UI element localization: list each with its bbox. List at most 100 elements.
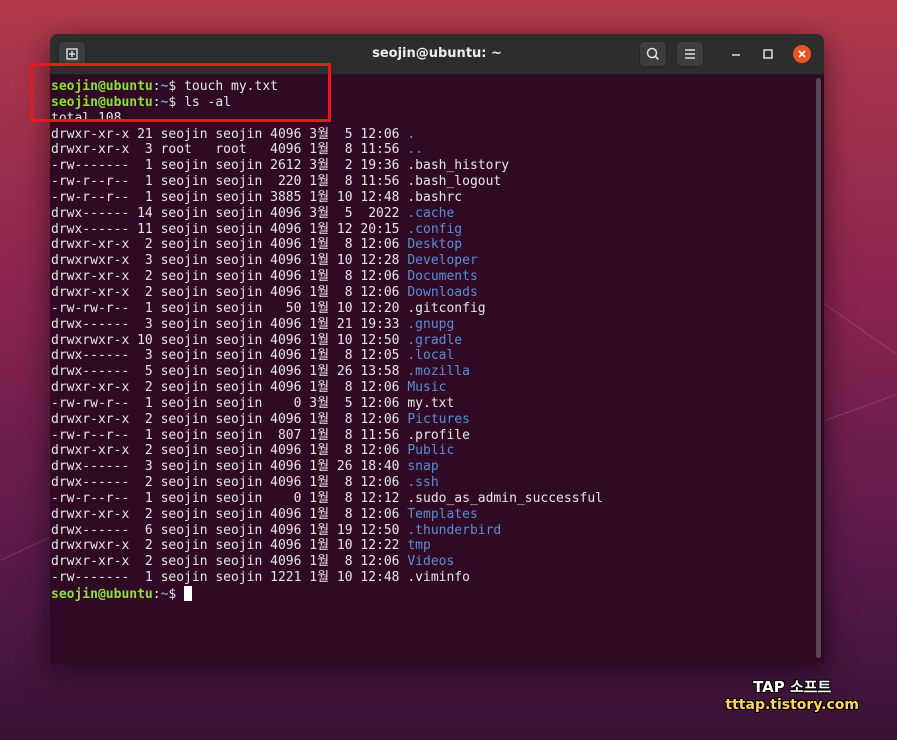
listing-row: -rw------- 1 seojin seojin 1221 1월 10 12… [51, 570, 824, 586]
file-name: .gitconfig [407, 300, 486, 316]
directory-name: snap [407, 459, 439, 475]
directory-name: tmp [407, 538, 431, 554]
listing-row: drwx------ 5 seojin seojin 4096 1월 26 13… [51, 364, 824, 380]
listing-row: drwx------ 11 seojin seojin 4096 1월 12 2… [51, 222, 824, 238]
row-meta: drwxr-xr-x 21 seojin seojin 4096 3월 5 12… [51, 126, 408, 142]
row-meta: drwxr-xr-x 2 seojin seojin 4096 1월 8 12:… [51, 237, 408, 253]
file-name: .sudo_as_admin_successful [407, 490, 604, 506]
row-meta: -rw-r--r-- 1 seojin seojin 807 1월 8 11:5… [51, 427, 408, 443]
wallpaper-line [0, 536, 51, 561]
minimize-button[interactable] [727, 45, 745, 63]
file-name: .viminfo [407, 570, 470, 586]
search-icon [646, 47, 660, 61]
row-meta: drwxr-xr-x 2 seojin seojin 4096 1월 8 12:… [51, 411, 408, 427]
directory-name: Desktop [407, 237, 463, 253]
directory-name: Public [407, 443, 455, 459]
directory-name: .mozilla [407, 364, 470, 380]
row-meta: drwx------ 5 seojin seojin 4096 1월 26 13… [51, 364, 408, 380]
listing-row: drwxr-xr-x 2 seojin seojin 4096 1월 8 12:… [51, 285, 824, 301]
file-name: my.txt [407, 395, 455, 411]
listing-row: drwx------ 14 seojin seojin 4096 3월 5 20… [51, 206, 824, 222]
row-meta: drwxr-xr-x 2 seojin seojin 4096 1월 8 12:… [51, 506, 408, 522]
prompt-symbol: $ [168, 587, 177, 602]
listing-row: drwxr-xr-x 3 root root 4096 1월 8 11:56 .… [51, 142, 824, 158]
listing-row: drwxr-xr-x 2 seojin seojin 4096 1월 8 12:… [51, 554, 824, 570]
listing-row: drwxr-xr-x 2 seojin seojin 4096 1월 8 12:… [51, 269, 824, 285]
scrollbar[interactable] [816, 78, 821, 658]
prompt-user: seojin@ubuntu [51, 587, 153, 602]
directory-name: Music [407, 380, 447, 396]
row-meta: drwx------ 11 seojin seojin 4096 1월 12 2… [51, 221, 408, 237]
watermark-title: TAP 소프트 [753, 678, 832, 696]
listing-row: drwxr-xr-x 2 seojin seojin 4096 1월 8 12:… [51, 237, 824, 253]
directory-name: .thunderbird [407, 522, 502, 538]
row-meta: drwxr-xr-x 2 seojin seojin 4096 1월 8 12:… [51, 380, 408, 396]
directory-name: .local [407, 348, 455, 364]
listing-row: -rw-rw-r-- 1 seojin seojin 50 1월 10 12:2… [51, 301, 824, 317]
watermark-url: tttap.tistory.com [725, 697, 859, 713]
listing-row: drwxrwxr-x 3 seojin seojin 4096 1월 10 12… [51, 253, 824, 269]
listing-row: drwx------ 6 seojin seojin 4096 1월 19 12… [51, 523, 824, 539]
listing-row: drwx------ 3 seojin seojin 4096 1월 21 19… [51, 317, 824, 333]
directory-name: Downloads [407, 284, 478, 300]
row-meta: drwx------ 3 seojin seojin 4096 1월 26 18… [51, 459, 408, 475]
row-meta: drwxr-xr-x 2 seojin seojin 4096 1월 8 12:… [51, 284, 408, 300]
row-meta: drwxrwxr-x 2 seojin seojin 4096 1월 10 12… [51, 538, 408, 554]
directory-name: .gradle [407, 332, 463, 348]
row-meta: drwx------ 6 seojin seojin 4096 1월 19 12… [51, 522, 408, 538]
directory-name: Videos [407, 554, 455, 570]
close-button[interactable] [793, 45, 811, 63]
row-meta: -rw-rw-r-- 1 seojin seojin 50 1월 10 12:2… [51, 300, 408, 316]
row-meta: -rw-rw-r-- 1 seojin seojin 0 3월 5 12:06 [51, 395, 408, 411]
terminal-output[interactable]: seojin@ubuntu:~$ touch my.txt seojin@ubu… [50, 75, 824, 664]
directory-name: .gnupg [407, 316, 455, 332]
listing-row: drwxr-xr-x 2 seojin seojin 4096 1월 8 12:… [51, 443, 824, 459]
row-meta: drwxrwxr-x 3 seojin seojin 4096 1월 10 12… [51, 253, 408, 269]
annotation-highlight-box [30, 63, 331, 122]
search-button[interactable] [639, 41, 667, 67]
listing-row: drwxrwxr-x 2 seojin seojin 4096 1월 10 12… [51, 538, 824, 554]
file-name: .profile [407, 427, 470, 443]
directory-name: .config [407, 221, 463, 237]
row-meta: -rw------- 1 seojin seojin 1221 1월 10 12… [51, 570, 408, 586]
listing-row: drwx------ 2 seojin seojin 4096 1월 8 12:… [51, 475, 824, 491]
current-prompt[interactable]: seojin@ubuntu:~$ [51, 586, 824, 602]
row-meta: drwx------ 3 seojin seojin 4096 1월 8 12:… [51, 348, 408, 364]
row-meta: drwx------ 2 seojin seojin 4096 1월 8 12:… [51, 475, 408, 491]
listing-row: drwxr-xr-x 2 seojin seojin 4096 1월 8 12:… [51, 412, 824, 428]
row-meta: drwxr-xr-x 2 seojin seojin 4096 1월 8 12:… [51, 269, 408, 285]
directory-name: Documents [407, 269, 478, 285]
close-icon [798, 50, 806, 58]
directory-name: Developer [407, 253, 478, 269]
row-meta: drwxr-xr-x 3 root root 4096 1월 8 11:56 [51, 142, 408, 158]
terminal-window: seojin@ubuntu: ~ seojin@ubuntu:~$ touch … [50, 34, 824, 664]
row-meta: drwxr-xr-x 2 seojin seojin 4096 1월 8 12:… [51, 554, 408, 570]
row-meta: -rw-r--r-- 1 seojin seojin 0 1월 8 12:12 [51, 490, 408, 506]
text-cursor [184, 586, 193, 601]
row-meta: drwx------ 14 seojin seojin 4096 3월 5 20… [51, 205, 408, 221]
file-name: .bashrc [407, 189, 463, 205]
directory-name: Templates [407, 506, 478, 522]
directory-name: .cache [407, 205, 455, 221]
file-name: .bash_history [407, 158, 510, 174]
directory-name: . [407, 126, 416, 142]
directory-name: .. [407, 142, 423, 158]
maximize-button[interactable] [759, 45, 777, 63]
listing-row: drwx------ 3 seojin seojin 4096 1월 26 18… [51, 459, 824, 475]
listing-row: -rw-r--r-- 1 seojin seojin 3885 1월 10 12… [51, 190, 824, 206]
row-meta: -rw-r--r-- 1 seojin seojin 220 1월 8 11:5… [51, 174, 408, 190]
window-title: seojin@ubuntu: ~ [372, 46, 502, 61]
menu-button[interactable] [676, 41, 704, 67]
listing-row: drwx------ 3 seojin seojin 4096 1월 8 12:… [51, 348, 824, 364]
maximize-icon [763, 49, 773, 59]
row-meta: drwx------ 3 seojin seojin 4096 1월 21 19… [51, 316, 408, 332]
row-meta: drwxrwxr-x 10 seojin seojin 4096 1월 10 1… [51, 332, 408, 348]
wallpaper-line [825, 389, 897, 421]
row-meta: -rw-r--r-- 1 seojin seojin 3885 1월 10 12… [51, 189, 408, 205]
listing-row: -rw-r--r-- 1 seojin seojin 807 1월 8 11:5… [51, 428, 824, 444]
wallpaper-line [819, 300, 897, 370]
directory-name: .ssh [407, 475, 439, 491]
listing-row: -rw------- 1 seojin seojin 2612 3월 2 19:… [51, 158, 824, 174]
listing-row: drwxr-xr-x 2 seojin seojin 4096 1월 8 12:… [51, 380, 824, 396]
directory-name: Pictures [407, 411, 470, 427]
